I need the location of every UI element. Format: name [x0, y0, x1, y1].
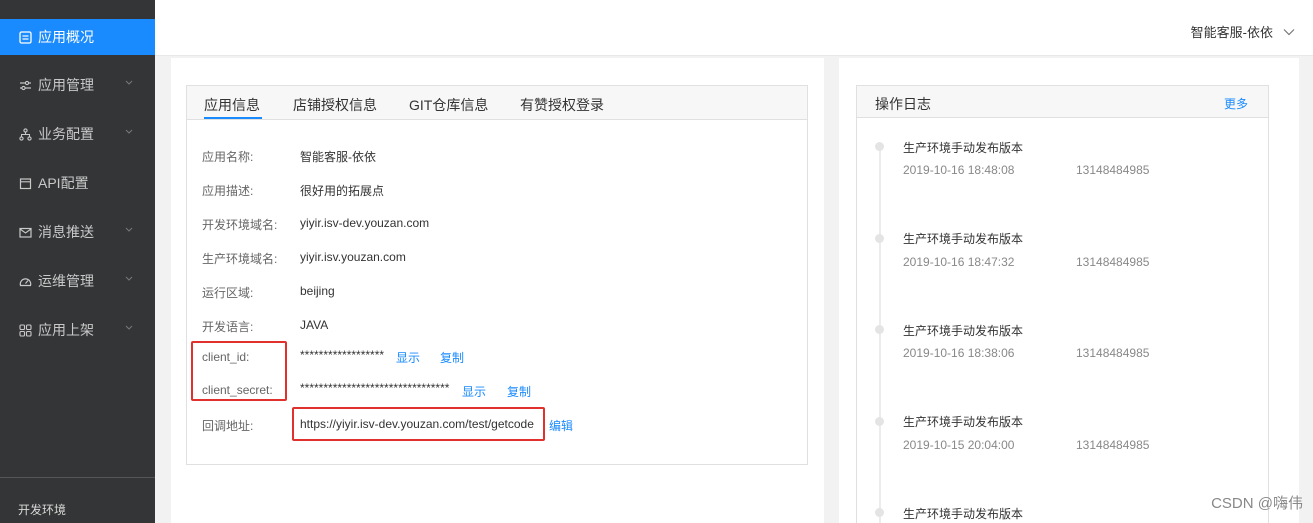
gauge-icon [18, 274, 32, 288]
log-entry-time: 2019-10-15 20:04:00 [903, 438, 1015, 452]
sidebar-item-label: 业务配置 [38, 126, 94, 142]
prod-domain-value: yiyir.isv.youzan.com [300, 250, 406, 264]
grid-icon [18, 323, 32, 337]
sidebar-item-label: 应用概况 [38, 29, 94, 45]
log-entry-title: 生产环境手动发布版本 [903, 324, 1024, 338]
callback-url-label: 回调地址: [202, 419, 254, 433]
log-entry-time: 2019-10-16 18:48:08 [903, 163, 1015, 177]
tab-git-repo[interactable]: GIT仓库信息 [409, 95, 488, 115]
topbar: 智能客服-依依 [155, 0, 1313, 56]
app-desc-value: 很好用的拓展点 [300, 184, 385, 198]
tab-bar: 应用信息 店铺授权信息 GIT仓库信息 有赞授权登录 [187, 86, 807, 120]
sidebar-item-api-config[interactable]: API配置 [0, 165, 155, 201]
timeline-dot [875, 508, 884, 517]
app-name-value: 智能客服-依依 [300, 150, 376, 164]
dev-domain-value: yiyir.isv-dev.youzan.com [300, 216, 430, 230]
log-entry-user: 13148484985 [1076, 255, 1150, 269]
app-switcher[interactable]: 智能客服-依依 [1191, 22, 1295, 41]
client-secret-copy-link[interactable]: 复制 [507, 383, 531, 400]
client-secret-value: ******************************** [300, 381, 450, 395]
sidebar-divider [0, 477, 155, 478]
sidebar-item-app-overview[interactable]: 应用概况 [0, 19, 155, 55]
tab-youzan-login[interactable]: 有赞授权登录 [520, 95, 604, 115]
client-id-value: ****************** [300, 348, 385, 362]
sidebar-item-label: API配置 [38, 175, 89, 191]
region-label: 运行区域: [202, 286, 254, 300]
app-desc-label: 应用描述: [202, 184, 254, 198]
sliders-icon [18, 78, 32, 92]
timeline-dot [875, 417, 884, 426]
environment-label[interactable]: 开发环境 [18, 501, 66, 518]
chevron-down-icon [125, 325, 133, 330]
log-entry-time: 2019-10-16 18:38:06 [903, 346, 1015, 360]
timeline-dot [875, 234, 884, 243]
sidebar: 应用概况 应用管理 业务配置 API配置 消息推送 运维管理 应用上架 开发环境 [0, 0, 155, 523]
log-entry-user: 13148484985 [1076, 346, 1150, 360]
tab-app-info[interactable]: 应用信息 [204, 95, 260, 115]
operation-log-title: 操作日志 [875, 96, 931, 112]
sidebar-item-label: 应用管理 [38, 77, 94, 93]
sidebar-item-app-listing[interactable]: 应用上架 [0, 312, 155, 348]
log-entry-title: 生产环境手动发布版本 [903, 232, 1024, 246]
tab-shop-auth[interactable]: 店铺授权信息 [293, 95, 377, 115]
log-entry-title: 生产环境手动发布版本 [903, 141, 1024, 155]
chevron-down-icon [125, 80, 133, 85]
callback-url-highlight-box [292, 407, 545, 441]
sidebar-item-label: 消息推送 [38, 224, 94, 240]
timeline-line [879, 146, 881, 523]
log-entry-title: 生产环境手动发布版本 [903, 507, 1024, 521]
operation-log-panel: 操作日志 更多 生产环境手动发布版本 2019-10-16 18:48:08 1… [856, 85, 1269, 523]
callback-url-edit-link[interactable]: 编辑 [549, 417, 573, 434]
log-entry-title: 生产环境手动发布版本 [903, 415, 1024, 429]
log-entry-user: 13148484985 [1076, 438, 1150, 452]
mail-icon [18, 225, 32, 239]
sidebar-item-ops-management[interactable]: 运维管理 [0, 263, 155, 299]
region-value: beijing [300, 284, 335, 298]
prod-domain-label: 生产环境域名: [202, 252, 278, 266]
timeline-dot [875, 325, 884, 334]
sidebar-item-label: 运维管理 [38, 273, 94, 289]
client-id-copy-link[interactable]: 复制 [440, 349, 464, 366]
dev-domain-label: 开发环境域名: [202, 218, 278, 232]
chevron-down-icon [125, 276, 133, 281]
chevron-down-icon [125, 227, 133, 232]
operation-log-header: 操作日志 更多 [857, 86, 1268, 118]
sidebar-item-app-management[interactable]: 应用管理 [0, 67, 155, 103]
active-tab-indicator [204, 117, 262, 119]
watermark: CSDN @嗨伟 [1211, 495, 1303, 512]
chevron-down-icon [125, 129, 133, 134]
current-app-name: 智能客服-依依 [1190, 25, 1273, 40]
client-secret-show-link[interactable]: 显示 [462, 383, 486, 400]
language-value: JAVA [300, 318, 329, 332]
timeline-dot [875, 142, 884, 151]
sidebar-item-message-push[interactable]: 消息推送 [0, 214, 155, 250]
chevron-down-icon [1283, 28, 1295, 35]
calendar-icon [18, 176, 32, 190]
log-entry-user: 13148484985 [1076, 163, 1150, 177]
app-name-label: 应用名称: [202, 150, 254, 164]
sidebar-item-label: 应用上架 [38, 322, 94, 338]
log-entry-time: 2019-10-16 18:47:32 [903, 255, 1015, 269]
sidebar-item-business-config[interactable]: 业务配置 [0, 116, 155, 152]
org-tree-icon [18, 127, 32, 141]
client-id-show-link[interactable]: 显示 [396, 349, 420, 366]
more-link[interactable]: 更多 [1224, 95, 1248, 112]
credentials-highlight-box [191, 341, 287, 401]
language-label: 开发语言: [202, 320, 254, 334]
app-overview-icon [18, 30, 32, 44]
